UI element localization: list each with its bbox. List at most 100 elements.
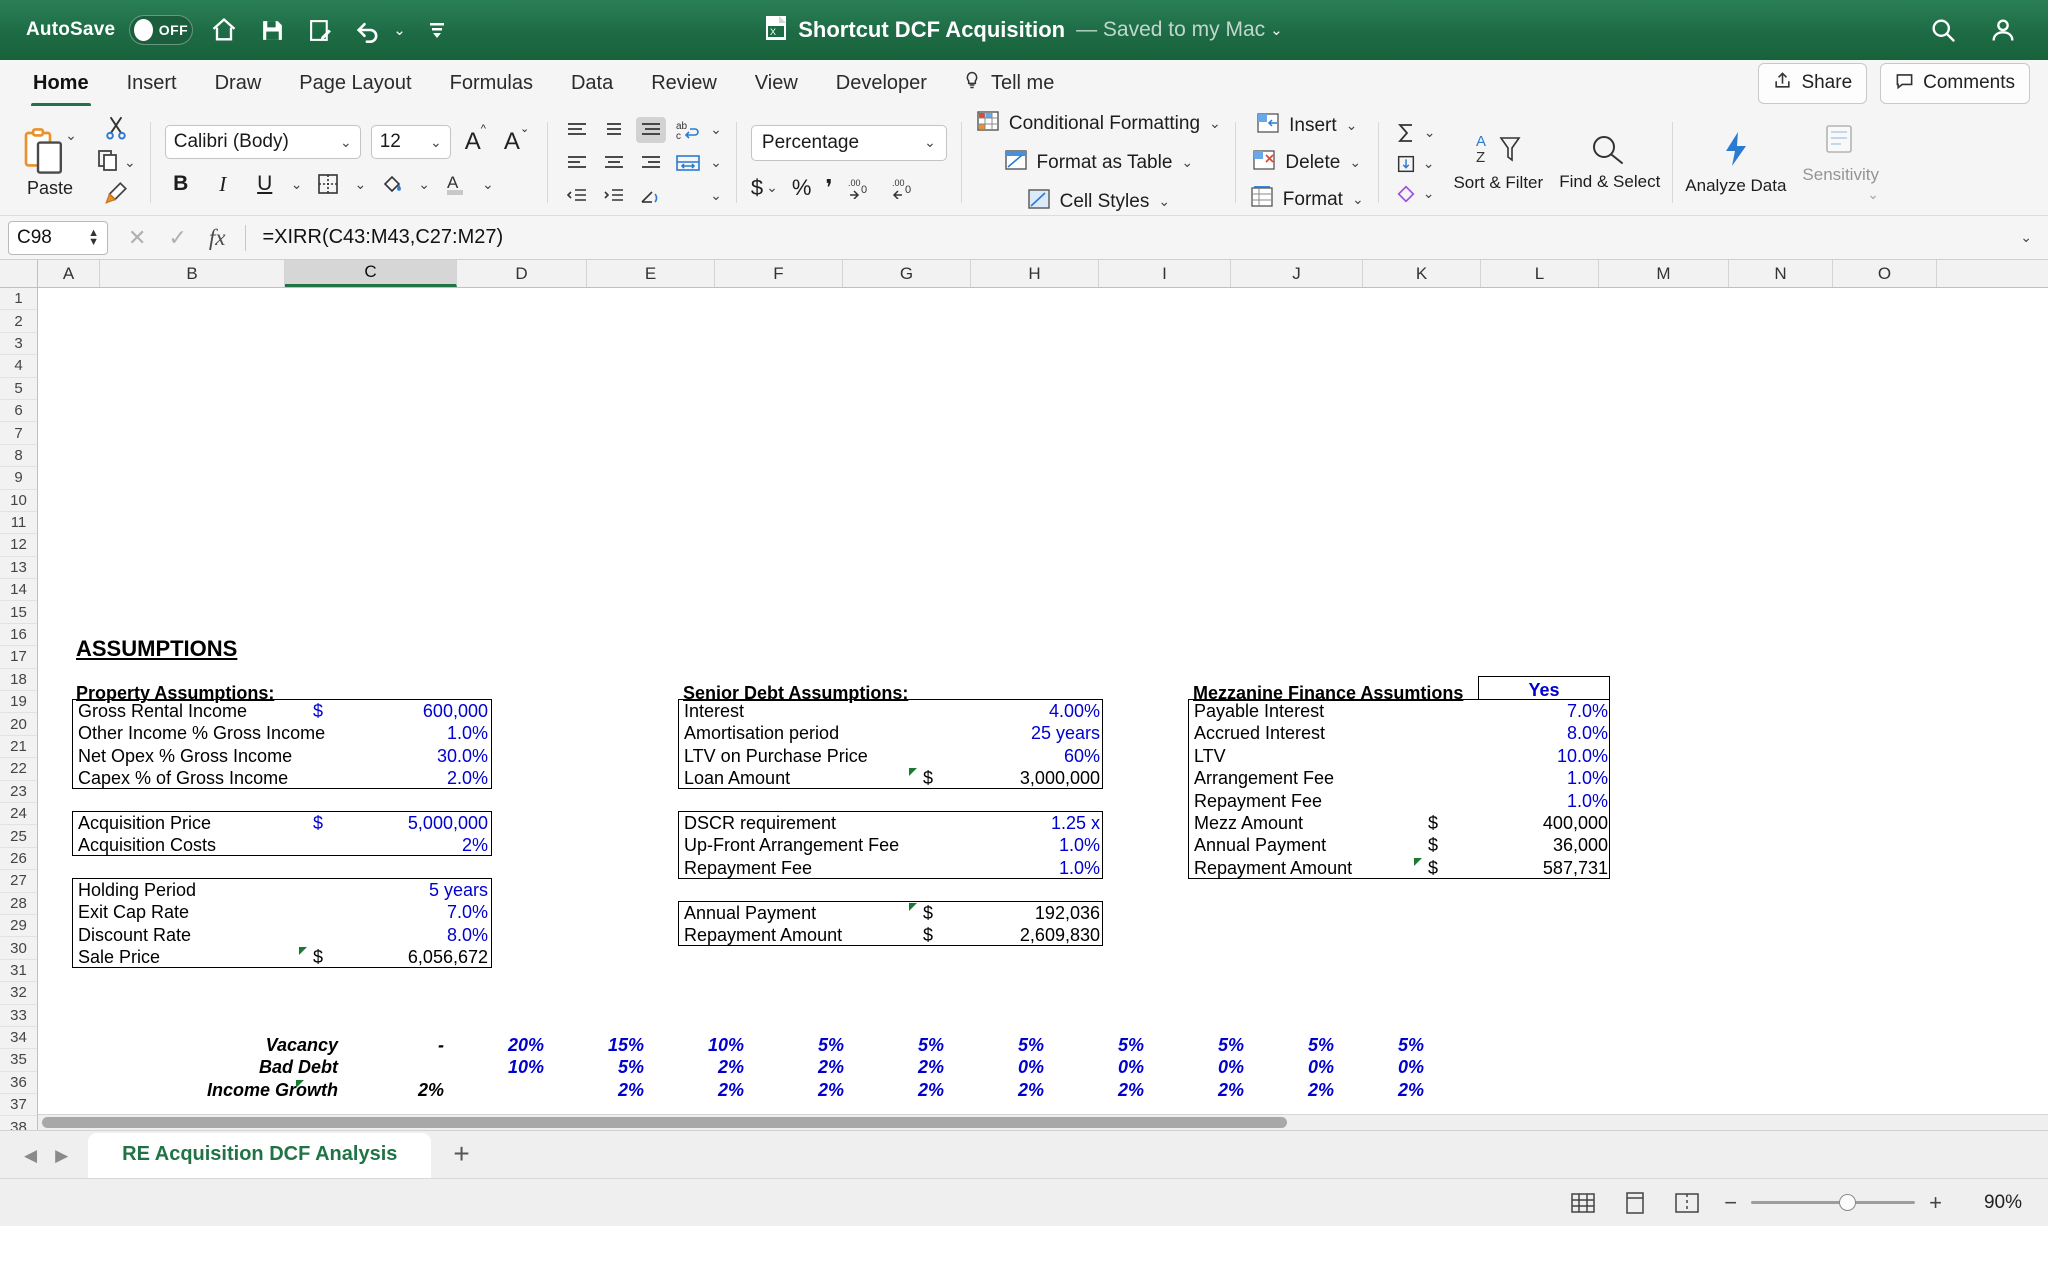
tab-formulas[interactable]: Formulas xyxy=(431,66,552,100)
growth-value-2-9[interactable]: 2% xyxy=(1242,1081,1334,1099)
senior-debt-b-value-0[interactable]: 1.25 x xyxy=(860,814,1100,832)
column-header-G[interactable]: G xyxy=(843,260,971,287)
decrease-indent-icon[interactable] xyxy=(562,183,592,209)
mezzanine-value-3[interactable]: 1.0% xyxy=(1368,769,1608,787)
row-header-4[interactable]: 4 xyxy=(0,355,37,378)
growth-value-0-2[interactable]: 15% xyxy=(552,1036,644,1054)
home-icon[interactable] xyxy=(207,13,241,47)
align-top-icon[interactable] xyxy=(562,117,592,143)
zoom-in-button[interactable]: + xyxy=(1929,1190,1942,1216)
zoom-track[interactable] xyxy=(1751,1194,1916,1211)
font-color-button[interactable]: A xyxy=(440,168,472,200)
autosum-button[interactable]: ⌄ xyxy=(1393,121,1435,145)
mezzanine-label-0[interactable]: Payable Interest xyxy=(1194,702,1324,720)
growth-value-1-5[interactable]: 2% xyxy=(852,1058,944,1076)
font-name-select[interactable]: Calibri (Body) ⌄ xyxy=(164,125,361,159)
column-header-L[interactable]: L xyxy=(1481,260,1599,287)
mezzanine-value-4[interactable]: 1.0% xyxy=(1368,792,1608,810)
fill-button[interactable]: ⌄ xyxy=(1394,153,1434,175)
row-header-36[interactable]: 36 xyxy=(0,1072,37,1095)
tab-view[interactable]: View xyxy=(736,66,817,100)
row-header-14[interactable]: 14 xyxy=(0,579,37,602)
borders-chevron-icon[interactable]: ⌄ xyxy=(354,176,366,193)
normal-view-icon[interactable] xyxy=(1568,1190,1598,1216)
mezzanine-label-3[interactable]: Arrangement Fee xyxy=(1194,769,1334,787)
row-header-5[interactable]: 5 xyxy=(0,378,37,400)
mezzanine-value-1[interactable]: 8.0% xyxy=(1368,724,1608,742)
decrease-decimal-button[interactable]: .00 0 xyxy=(891,177,921,199)
analyze-data-button[interactable]: Analyze Data xyxy=(1677,110,1794,215)
undo-dropdown-chevron-icon[interactable]: ⌄ xyxy=(393,21,406,39)
next-sheet-icon[interactable]: ▶ xyxy=(55,1146,68,1166)
comments-button[interactable]: Comments xyxy=(1880,62,2030,104)
align-right-icon[interactable] xyxy=(636,150,666,176)
customize-toolbar-icon[interactable] xyxy=(420,13,454,47)
find-select-button[interactable]: Find & Select xyxy=(1551,110,1668,215)
senior-debt-label-3[interactable]: Loan Amount xyxy=(684,769,790,787)
holding-label-1[interactable]: Exit Cap Rate xyxy=(78,903,189,921)
align-left-icon[interactable] xyxy=(562,150,592,176)
row-header-1[interactable]: 1 xyxy=(0,288,37,311)
save-as-icon[interactable] xyxy=(303,13,337,47)
italic-button[interactable]: I xyxy=(207,168,239,200)
copy-icon[interactable] xyxy=(96,148,120,177)
name-box-spinner-icon[interactable]: ▲ ▼ xyxy=(88,228,99,247)
growth-value-0-4[interactable]: 5% xyxy=(752,1036,844,1054)
format-cells-button[interactable]: Format ⌄ xyxy=(1250,185,1364,214)
mezzanine-value-0[interactable]: 7.0% xyxy=(1368,702,1608,720)
decrease-font-size-icon[interactable]: A⌄ xyxy=(500,123,533,156)
senior-debt-c-value-1[interactable]: 2,609,830 xyxy=(860,926,1100,944)
formula-input[interactable]: =XIRR(C43:M43,C27:M27) xyxy=(246,226,2020,249)
row-header-16[interactable]: 16 xyxy=(0,624,37,647)
growth-value-0-10[interactable]: 5% xyxy=(1332,1036,1424,1054)
fill-color-chevron-icon[interactable]: ⌄ xyxy=(418,176,430,193)
font-color-chevron-icon[interactable]: ⌄ xyxy=(482,176,494,193)
underline-chevron-icon[interactable]: ⌄ xyxy=(291,176,303,193)
row-header-11[interactable]: 11 xyxy=(0,512,37,535)
increase-decimal-button[interactable]: .00 0 xyxy=(847,177,877,199)
underline-button[interactable]: U xyxy=(249,168,281,200)
growth-value-2-10[interactable]: 2% xyxy=(1332,1081,1424,1099)
column-header-F[interactable]: F xyxy=(715,260,843,287)
mezzanine-label-4[interactable]: Repayment Fee xyxy=(1194,792,1322,810)
paste-icon[interactable] xyxy=(23,127,65,180)
title-dropdown-chevron-icon[interactable]: ⌄ xyxy=(1270,21,1283,39)
mezzanine-value-6[interactable]: 36,000 xyxy=(1368,836,1608,854)
senior-debt-label-2[interactable]: LTV on Purchase Price xyxy=(684,747,868,765)
row-header-2[interactable]: 2 xyxy=(0,310,37,333)
growth-value-1-7[interactable]: 0% xyxy=(1052,1058,1144,1076)
sheet-cells[interactable]: ASSUMPTIONS CASH FLOW Property Assumptio… xyxy=(38,288,2048,1130)
senior-debt-label-1[interactable]: Amortisation period xyxy=(684,724,839,742)
sheet-tab-re-acquisition-dcf-analysis[interactable]: RE Acquisition DCF Analysis xyxy=(88,1133,432,1178)
mezzanine-value-2[interactable]: 10.0% xyxy=(1368,747,1608,765)
row-header-17[interactable]: 17 xyxy=(0,646,37,669)
wrap-text-icon[interactable]: ab c xyxy=(673,117,703,143)
insert-cells-button[interactable]: Insert ⌄ xyxy=(1256,112,1357,140)
growth-value-1-8[interactable]: 0% xyxy=(1152,1058,1244,1076)
row-header-31[interactable]: 31 xyxy=(0,960,37,983)
senior-debt-b-label-0[interactable]: DSCR requirement xyxy=(684,814,836,832)
row-header-30[interactable]: 30 xyxy=(0,937,37,960)
column-header-B[interactable]: B xyxy=(100,260,285,287)
column-header-K[interactable]: K xyxy=(1363,260,1481,287)
holding-label-2[interactable]: Discount Rate xyxy=(78,926,191,944)
growth-row-label-0[interactable]: Vacancy xyxy=(98,1036,338,1054)
row-header-27[interactable]: 27 xyxy=(0,870,37,893)
holding-value-2[interactable]: 8.0% xyxy=(248,926,488,944)
holding-label-0[interactable]: Holding Period xyxy=(78,881,196,899)
senior-debt-b-value-1[interactable]: 1.0% xyxy=(860,836,1100,854)
column-header-M[interactable]: M xyxy=(1599,260,1729,287)
senior-debt-c-label-0[interactable]: Annual Payment xyxy=(684,904,816,922)
bold-button[interactable]: B xyxy=(165,168,197,200)
clear-button[interactable]: ⌄ xyxy=(1394,183,1434,205)
paste-dropdown-chevron-icon[interactable]: ⌄ xyxy=(65,127,77,144)
align-bottom-icon[interactable] xyxy=(636,116,667,143)
horizontal-scrollbar-thumb[interactable] xyxy=(42,1117,1287,1128)
tab-insert[interactable]: Insert xyxy=(108,66,196,100)
growth-value-0-9[interactable]: 5% xyxy=(1242,1036,1334,1054)
acquisition-label-0[interactable]: Acquisition Price xyxy=(78,814,211,832)
mezzanine-label-2[interactable]: LTV xyxy=(1194,747,1226,765)
row-header-7[interactable]: 7 xyxy=(0,422,37,445)
add-sheet-button[interactable]: + xyxy=(431,1134,491,1178)
zoom-out-button[interactable]: − xyxy=(1724,1190,1737,1216)
